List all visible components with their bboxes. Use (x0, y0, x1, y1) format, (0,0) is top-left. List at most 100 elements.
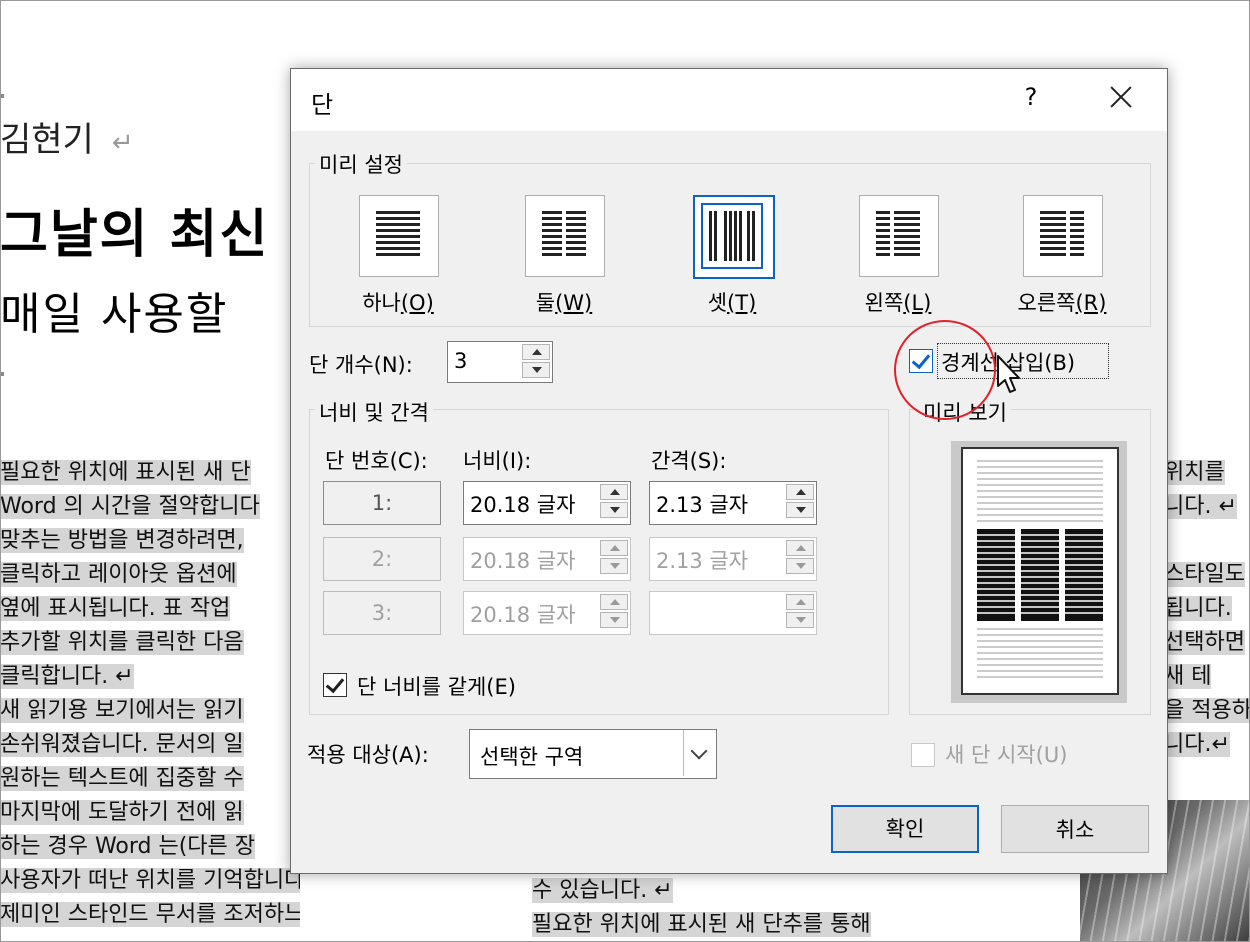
col-width-header: 너비(I): (463, 449, 532, 473)
spin-down-icon (786, 612, 814, 628)
doc-text: 손쉬워졌습니다. 문서의 일 (0, 732, 244, 757)
ok-button[interactable]: 확인 (831, 805, 979, 853)
col-number-2: 2: (323, 537, 441, 581)
spin-up-icon (600, 540, 628, 556)
spin-up-icon (786, 594, 814, 610)
col-number-header: 단 번호(C): (325, 449, 428, 473)
annotation-circle (894, 320, 996, 420)
doc-text-line: 새 읽기용 보기에서는 읽기 (0, 694, 300, 728)
three-columns-icon (701, 203, 763, 269)
equal-width-checkbox[interactable] (323, 673, 347, 697)
doc-text-line: 클릭합니다. ↵ (0, 660, 300, 694)
columns-dialog: 단 ? 미리 설정 하나(O) 둘(W) 셋(T) 왼쪽(L) 오른쪽(R) 단… (290, 68, 1168, 874)
preset-one-button[interactable] (359, 195, 439, 277)
doc-text-line: 됩니다. (1164, 592, 1250, 626)
preview-pane (951, 441, 1127, 703)
spin-up-icon[interactable] (522, 344, 550, 360)
doc-text-line: 을 적용하 (1164, 694, 1250, 728)
apply-to-label: 적용 대상(A): (307, 743, 429, 767)
doc-text-line: 맞추는 방법을 변경하려면, (0, 524, 300, 558)
doc-text: 하는 경우 Word 는(다른 장 (0, 834, 256, 859)
spin-down-icon (786, 558, 814, 574)
spin-up-icon[interactable] (600, 484, 628, 500)
doc-text-line: 선택하면 (1164, 626, 1250, 660)
col-spacing-2-arrows (786, 540, 814, 574)
doc-text-line: 수 있습니다. ↵ (532, 874, 972, 908)
doc-text-line: 스타일도 (1164, 558, 1250, 592)
col-spacing-2-value: 2.13 글자 (656, 549, 749, 573)
doc-text: 필요한 위치에 표시된 새 단 (0, 460, 251, 485)
preset-right-label[interactable]: 오른쪽(R) (1002, 287, 1122, 317)
spin-down-icon[interactable] (786, 502, 814, 518)
col-width-2-value: 20.18 글자 (470, 549, 576, 573)
col-width-1-arrows (600, 484, 628, 518)
col-spacing-1-spinner[interactable]: 2.13 글자 (649, 481, 817, 525)
preset-one-label[interactable]: 하나(O) (338, 287, 458, 317)
spin-down-icon (600, 558, 628, 574)
doc-text: 을 적용하 (1164, 698, 1250, 723)
cancel-button[interactable]: 취소 (1001, 805, 1149, 853)
doc-text-line: 니다. ↵ (1164, 490, 1250, 524)
left-column-graphic (876, 211, 920, 256)
doc-author: 김현기 ↵ (0, 120, 134, 160)
presets-group-label: 미리 설정 (315, 149, 407, 179)
preset-left-label[interactable]: 왼쪽(L) (838, 287, 958, 317)
preset-two-button[interactable] (525, 195, 605, 277)
new-column-checkbox (911, 743, 935, 767)
spin-down-icon[interactable] (522, 362, 550, 378)
doc-text-line: 옆에 표시됩니다. 표 작업 (0, 592, 300, 626)
equal-width-label[interactable]: 단 너비를 같게(E) (357, 671, 516, 701)
doc-text-line: 원하는 텍스트에 집중할 수 (0, 762, 300, 796)
col-number-1: 1: (323, 481, 441, 525)
doc-text: 추가할 위치를 클릭한 다음 (0, 630, 244, 655)
doc-column-2: 수 있습니다. ↵ 필요한 위치에 표시된 새 단추를 통해 (532, 874, 972, 942)
right-column-graphic (1040, 211, 1084, 256)
doc-text: 니다.↵ (1164, 732, 1230, 757)
doc-column-3: 위치를 니다. ↵ 스타일도 됩니다. 선택하면 새 테을 적용하 니다.↵ (1164, 456, 1250, 796)
spin-up-icon (600, 594, 628, 610)
preset-left-button[interactable] (859, 195, 939, 277)
preset-three-button[interactable] (693, 195, 775, 279)
col-width-1-spinner[interactable]: 20.18 글자 (463, 481, 631, 525)
doc-text: Word 의 시간을 절약합니다 (0, 494, 260, 519)
chevron-down-icon[interactable] (683, 730, 716, 776)
doc-text: 새 읽기용 보기에서는 읽기 (0, 698, 244, 723)
num-columns-spinner[interactable]: 3 (447, 341, 553, 383)
doc-text-line: Word 의 시간을 절약합니다 (0, 490, 300, 524)
preset-two-label[interactable]: 둘(W) (504, 287, 624, 317)
col-spacing-1-arrows (786, 484, 814, 518)
spin-down-icon[interactable] (600, 502, 628, 518)
doc-text: 수 있습니다. ↵ (532, 878, 673, 903)
doc-text-line: 사용자가 떠난 위치를 기억합니다. ↵ (0, 864, 300, 898)
col-spacing-2-spinner: 2.13 글자 (649, 537, 817, 581)
help-button[interactable]: ? (1019, 83, 1043, 111)
crop-mark (0, 372, 4, 376)
preset-three-label[interactable]: 셋(T) (672, 287, 792, 317)
doc-text: 제미인 스타인드 무서를 조저하느 데 (0, 902, 300, 927)
col-width-3-spinner: 20.18 글자 (463, 591, 631, 635)
col-spacing-3-spinner (649, 591, 817, 635)
doc-text-line: 손쉬워졌습니다. 문서의 일 (0, 728, 300, 762)
left-column-icon (874, 210, 922, 260)
doc-text-line: 마지막에 도달하기 전에 읽 (0, 796, 300, 830)
doc-text-line: 위치를 (1164, 456, 1250, 490)
width-spacing-label: 너비 및 간격 (315, 397, 433, 427)
dialog-titlebar: 단 ? (291, 69, 1167, 131)
preset-right-button[interactable] (1023, 195, 1103, 277)
two-columns-icon (540, 210, 588, 260)
doc-text: 마지막에 도달하기 전에 읽 (0, 800, 244, 825)
close-icon[interactable] (1103, 79, 1139, 115)
spin-up-icon[interactable] (786, 484, 814, 500)
three-columns-graphic (709, 211, 755, 261)
apply-to-select[interactable]: 선택한 구역 (469, 729, 717, 779)
doc-text-line: 추가할 위치를 클릭한 다음 (0, 626, 300, 660)
spin-down-icon (600, 612, 628, 628)
doc-text-line (1164, 524, 1250, 558)
num-columns-value: 3 (454, 349, 468, 373)
right-column-icon (1038, 210, 1086, 260)
doc-text: 위치를 (1164, 460, 1225, 485)
paragraph-mark: ↵ (111, 128, 134, 158)
doc-subtitle: 매일 사용할 (0, 289, 229, 340)
preview-page-graphic (977, 460, 1103, 678)
doc-text-line: 필요한 위치에 표시된 새 단추를 통해 (532, 908, 972, 942)
